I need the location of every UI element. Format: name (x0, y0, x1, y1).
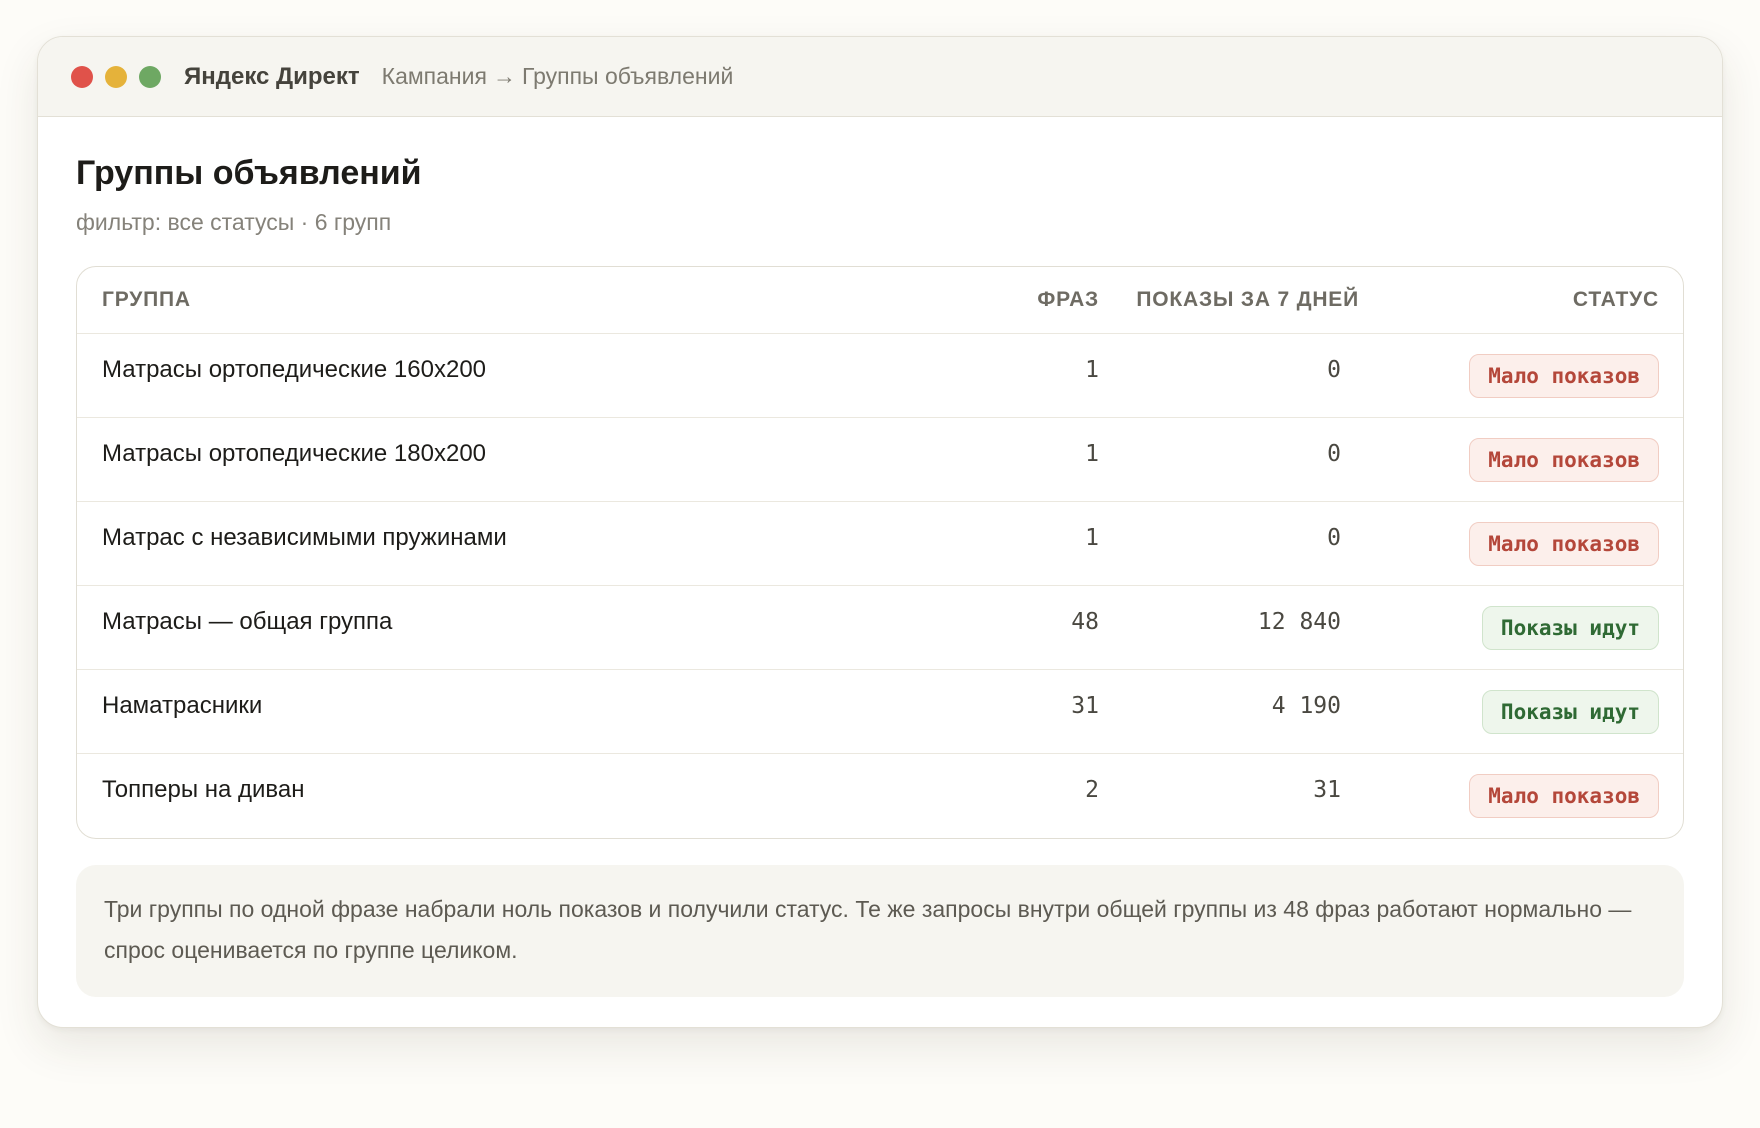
status-badge: Мало показов (1469, 353, 1659, 398)
shows-count: 31 (1313, 777, 1341, 803)
group-name[interactable]: Наматрасники (102, 692, 949, 720)
maximize-window-button[interactable] (139, 65, 161, 88)
breadcrumb-item-current: Группы объявлений (521, 63, 734, 89)
group-name[interactable]: Матрасы ортопедические 160х200 (102, 356, 949, 384)
title-bar: Яндекс Директ Кампания → Группы объявлен… (38, 37, 1722, 117)
group-name[interactable]: Матрасы ортопедические 180х200 (102, 440, 949, 468)
phrase-count: 48 (1071, 608, 1099, 635)
group-name[interactable]: Матрасы — общая группа (102, 608, 949, 636)
status-badge: Мало показов (1469, 521, 1659, 566)
breadcrumb: Кампания → Группы объявлений (382, 63, 734, 90)
status-badge: Мало показов (1469, 437, 1659, 482)
table-row[interactable]: Матрасы — общая группа 48 12 840 Показы … (77, 585, 1683, 669)
app-title: Яндекс Директ (184, 62, 360, 90)
table-row[interactable]: Наматрасники 31 4 190 Показы идут (77, 669, 1683, 753)
column-header-group[interactable]: Группа (102, 288, 949, 312)
table-header-row: Группа Фраз Показы за 7 дней Статус (77, 267, 1683, 333)
status-badge: Показы идут (1481, 605, 1659, 650)
table-row[interactable]: Матрас с независимыми пружинами 1 0 Мало… (77, 501, 1683, 585)
table-row[interactable]: Топперы на диван 2 31 Мало показов (77, 753, 1683, 838)
shows-count: 4 190 (1271, 692, 1341, 719)
app-window: Яндекс Директ Кампания → Группы объявлен… (37, 36, 1723, 1028)
breadcrumb-arrow-icon: → (492, 63, 516, 89)
status-badge: Показы идут (1481, 689, 1659, 734)
group-name[interactable]: Матрас с независимыми пружинами (102, 524, 949, 552)
column-header-shows[interactable]: Показы за 7 дней (1099, 288, 1359, 312)
ad-groups-table: Группа Фраз Показы за 7 дней Статус Матр… (76, 266, 1684, 839)
filter-summary: фильтр: все статусы · 6 групп (76, 209, 392, 235)
table-row[interactable]: Матрасы ортопедические 160х200 1 0 Мало … (77, 333, 1683, 417)
shows-count: 12 840 (1257, 608, 1341, 635)
phrase-count: 1 (1085, 524, 1099, 551)
group-name[interactable]: Топперы на диван (102, 776, 949, 804)
column-header-status[interactable]: Статус (1359, 288, 1659, 312)
explanation-note: Три группы по одной фразе набрали ноль п… (76, 865, 1684, 997)
main-content: Группы объявлений фильтр: все статусы · … (38, 154, 1722, 997)
minimize-window-button[interactable] (105, 65, 127, 88)
close-window-button[interactable] (71, 65, 93, 88)
column-header-phrases[interactable]: Фраз (949, 288, 1099, 312)
shows-count: 0 (1327, 356, 1341, 383)
phrase-count: 1 (1085, 356, 1099, 383)
phrase-count: 2 (1085, 777, 1099, 803)
table-row[interactable]: Матрасы ортопедические 180х200 1 0 Мало … (77, 417, 1683, 501)
phrase-count: 31 (1071, 692, 1099, 719)
page-title: Группы объявлений (76, 154, 422, 192)
shows-count: 0 (1327, 440, 1341, 467)
shows-count: 0 (1327, 524, 1341, 551)
status-badge: Мало показов (1469, 774, 1659, 818)
breadcrumb-item-campaign[interactable]: Кампания (382, 63, 487, 90)
phrase-count: 1 (1085, 440, 1099, 467)
